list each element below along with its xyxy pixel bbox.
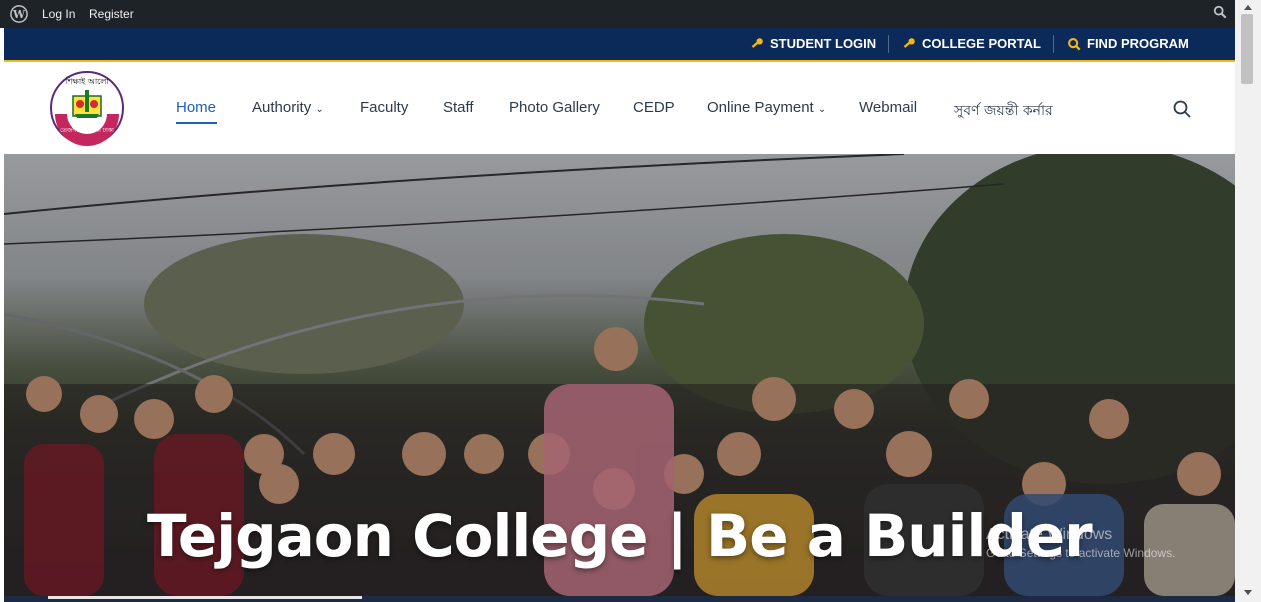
nav-online-payment[interactable]: Online Payment ⌄ — [707, 99, 826, 116]
chevron-down-icon: ⌄ — [315, 104, 324, 115]
nav-golden-jubilee-corner[interactable]: সুবর্ণ জয়ন্তী কর্নার — [954, 99, 1053, 123]
logo-top-text: শিক্ষাই আলো — [64, 77, 109, 86]
nav-authority[interactable]: Authority ⌄ — [252, 99, 324, 116]
page-scrollbar[interactable] — [1235, 0, 1261, 602]
register-link[interactable]: Register — [89, 7, 134, 21]
nav-authority-label: Authority — [252, 99, 312, 116]
nav-webmail[interactable]: Webmail — [859, 99, 917, 116]
nav-staff[interactable]: Staff — [443, 99, 474, 116]
scroll-thumb[interactable] — [1241, 14, 1253, 84]
search-icon[interactable] — [1172, 99, 1192, 119]
hero-progress-segment — [48, 596, 362, 599]
chevron-down-icon: ⌄ — [817, 104, 827, 115]
svg-text:W: W — [12, 8, 26, 21]
nav-faculty[interactable]: Faculty — [360, 99, 408, 116]
nav-cedp[interactable]: CEDP — [633, 99, 675, 116]
logo-bottom-text: তেজগাঁও কলেজ ঢাকা — [60, 126, 114, 134]
scroll-down-icon[interactable] — [1244, 590, 1252, 595]
search-icon[interactable] — [1213, 5, 1227, 19]
wordpress-icon[interactable]: W — [10, 5, 28, 23]
college-logo[interactable]: শিক্ষাই আলো তেজগাঁও কলেজ ঢাকা — [49, 70, 125, 146]
windows-activation-watermark: Activate Windows Go to Settings to activ… — [986, 526, 1175, 560]
login-link[interactable]: Log In — [42, 7, 75, 21]
divider — [1053, 35, 1054, 53]
key-icon — [751, 37, 763, 48]
find-program-label: FIND PROGRAM — [1087, 36, 1189, 51]
divider — [888, 35, 889, 53]
student-login-label: STUDENT LOGIN — [770, 36, 877, 51]
nav-photo-gallery[interactable]: Photo Gallery — [509, 99, 600, 116]
nav-online-payment-label: Online Payment — [707, 99, 814, 116]
find-program-link[interactable]: FIND PROGRAM — [1067, 36, 1189, 51]
active-indicator — [176, 122, 217, 124]
admin-bar: W Log In Register — [0, 0, 1235, 28]
nav-home[interactable]: Home — [176, 99, 216, 116]
scroll-up-icon[interactable] — [1244, 5, 1252, 10]
college-portal-label: COLLEGE PORTAL — [922, 36, 1041, 51]
key-icon — [903, 37, 915, 48]
watermark-subtitle: Go to Settings to activate Windows. — [986, 546, 1176, 560]
top-strip: STUDENT LOGIN COLLEGE PORTAL FIND PROGRA… — [4, 28, 1235, 62]
student-login-link[interactable]: STUDENT LOGIN — [750, 36, 876, 51]
watermark-title: Activate Windows — [986, 526, 1113, 543]
college-portal-link[interactable]: COLLEGE PORTAL — [902, 36, 1041, 51]
site-header: শিক্ষাই আলো তেজগাঁও কলেজ ঢাকা Home Autho… — [4, 62, 1235, 154]
hero-progress-bar — [4, 596, 1235, 602]
hero-banner: Tejgaon College | Be a Builder Activate … — [4, 154, 1235, 596]
hero-title: Tejgaon College | Be a Builder — [147, 502, 1093, 570]
search-icon — [1068, 37, 1081, 50]
